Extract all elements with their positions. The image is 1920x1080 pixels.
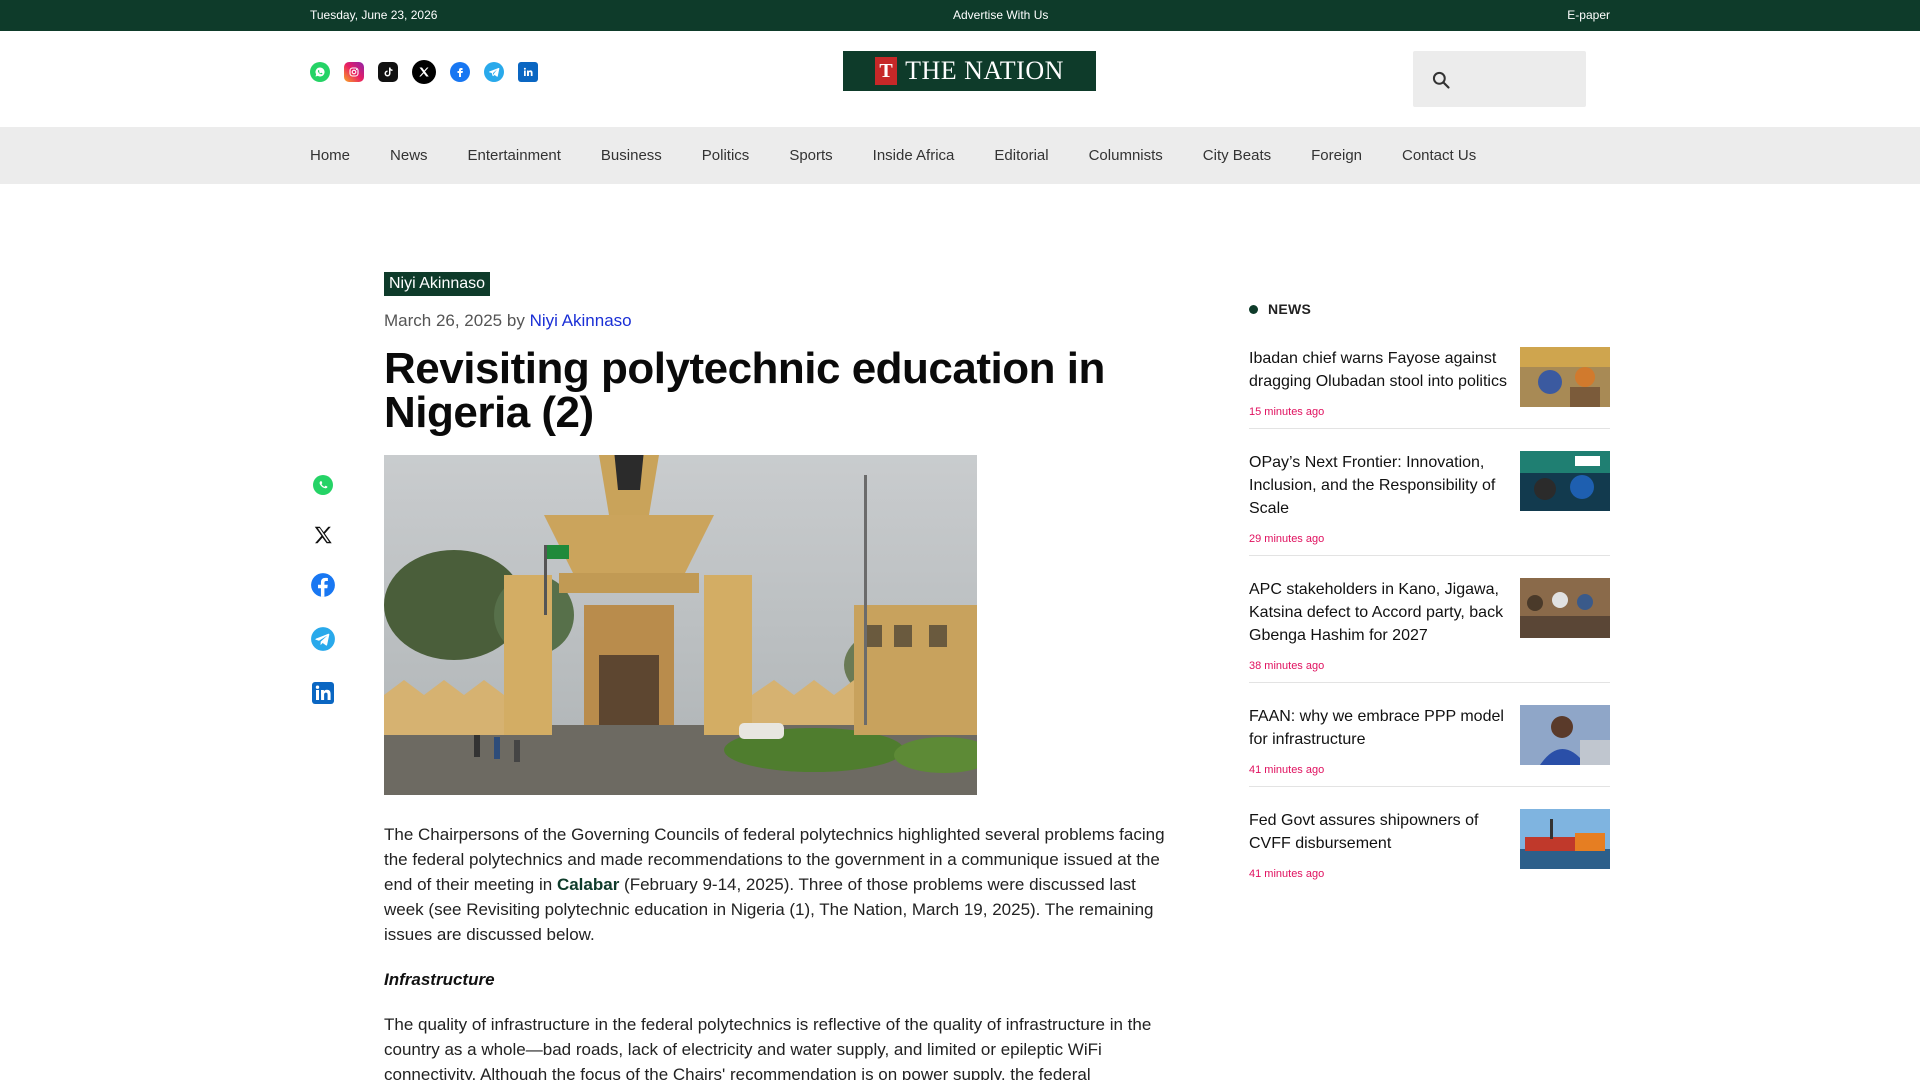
nav-item-business[interactable]: Business (601, 147, 662, 164)
advertise-link[interactable]: Advertise With Us (953, 8, 1048, 22)
nav-item-city-beats[interactable]: City Beats (1203, 147, 1271, 164)
whatsapp-icon[interactable] (310, 62, 330, 82)
news-headline[interactable]: OPay’s Next Frontier: Innovation, Inclus… (1249, 451, 1514, 520)
news-thumbnail[interactable] (1520, 451, 1610, 511)
nav-item-editorial[interactable]: Editorial (994, 147, 1048, 164)
subheading-infrastructure: Infrastructure (384, 970, 495, 989)
social-links (310, 60, 538, 84)
logo-mark: T (875, 57, 898, 85)
nav-item-news[interactable]: News (390, 147, 428, 164)
news-sidebar: NEWS Ibadan chief warns Fayose against d… (1249, 301, 1610, 912)
sidebar-heading-label: NEWS (1268, 301, 1312, 317)
nav-item-columnists[interactable]: Columnists (1089, 147, 1163, 164)
search-box[interactable] (1413, 51, 1586, 107)
news-headline[interactable]: Ibadan chief warns Fayose against draggi… (1249, 347, 1514, 393)
top-bar: Tuesday, June 23, 2026 Advertise With Us… (0, 0, 1920, 31)
x-icon[interactable] (412, 60, 436, 84)
x-icon[interactable] (310, 522, 336, 548)
telegram-icon[interactable] (484, 62, 504, 82)
site-logo[interactable]: T THE NATION (843, 51, 1096, 91)
publish-date: March 26, 2025 (384, 311, 503, 330)
time-ago: 29 minutes ago (1249, 533, 1325, 545)
instagram-icon[interactable] (344, 62, 364, 82)
time-ago: 41 minutes ago (1249, 868, 1325, 880)
list-item[interactable]: Fed Govt assures shipowners of CVFF disb… (1249, 809, 1610, 890)
nav-item-foreign[interactable]: Foreign (1311, 147, 1362, 164)
facebook-icon[interactable] (450, 62, 470, 82)
news-thumbnail[interactable] (1520, 705, 1610, 765)
sidebar-heading: NEWS (1249, 301, 1610, 317)
article-meta: March 26, 2025 by Niyi Akinnaso (384, 311, 1179, 331)
article: Niyi Akinnaso March 26, 2025 by Niyi Aki… (384, 272, 1179, 1080)
category-tag[interactable]: Niyi Akinnaso (384, 272, 491, 296)
list-item[interactable]: OPay’s Next Frontier: Innovation, Inclus… (1249, 451, 1610, 556)
whatsapp-icon[interactable] (310, 472, 336, 498)
list-item[interactable]: FAAN: why we embrace PPP model for infra… (1249, 705, 1610, 787)
article-hero-image (384, 455, 977, 795)
time-ago: 38 minutes ago (1249, 660, 1325, 672)
tiktok-icon[interactable] (378, 62, 398, 82)
epaper-link[interactable]: E-paper (1567, 8, 1610, 22)
nav-item-home[interactable]: Home (310, 147, 350, 164)
linkedin-icon[interactable] (310, 680, 336, 706)
time-ago: 15 minutes ago (1249, 406, 1325, 418)
nav-item-inside-africa[interactable]: Inside Africa (873, 147, 955, 164)
nav-item-politics[interactable]: Politics (702, 147, 750, 164)
list-item[interactable]: Ibadan chief warns Fayose against draggi… (1249, 347, 1610, 429)
calabar-link[interactable]: Calabar (557, 875, 619, 894)
nav-item-sports[interactable]: Sports (789, 147, 832, 164)
linkedin-icon[interactable] (518, 62, 538, 82)
by-label: by (506, 311, 525, 330)
news-headline[interactable]: FAAN: why we embrace PPP model for infra… (1249, 705, 1514, 751)
news-headline[interactable]: APC stakeholders in Kano, Jigawa, Katsin… (1249, 578, 1514, 647)
nav-item-contact-us[interactable]: Contact Us (1402, 147, 1476, 164)
telegram-icon[interactable] (310, 626, 336, 652)
time-ago: 41 minutes ago (1249, 764, 1325, 776)
polytechnic-gate-photo (384, 455, 977, 795)
author-link[interactable]: Niyi Akinnaso (530, 311, 632, 330)
current-date: Tuesday, June 23, 2026 (310, 8, 438, 22)
article-title: Revisiting polytechnic education in Nige… (384, 344, 1105, 437)
main-nav: Home News Entertainment Business Politic… (0, 127, 1920, 184)
site-header: T THE NATION (0, 31, 1920, 127)
bullet-dot-icon (1249, 304, 1258, 314)
news-headline[interactable]: Fed Govt assures shipowners of CVFF disb… (1249, 809, 1514, 855)
paragraph-2: The quality of infrastructure in the fed… (384, 1015, 1152, 1080)
article-body: The Chairpersons of the Governing Counci… (384, 822, 1179, 1080)
logo-text: THE NATION (905, 56, 1064, 85)
nav-item-entertainment[interactable]: Entertainment (468, 147, 561, 164)
paragraph-1: The Chairpersons of the Governing Counci… (384, 822, 1179, 947)
list-item[interactable]: APC stakeholders in Kano, Jigawa, Katsin… (1249, 578, 1610, 683)
news-thumbnail[interactable] (1520, 347, 1610, 407)
news-thumbnail[interactable] (1520, 578, 1610, 638)
search-icon[interactable] (1431, 70, 1451, 90)
news-thumbnail[interactable] (1520, 809, 1610, 869)
facebook-icon[interactable] (310, 572, 336, 598)
sidebar-news-list: Ibadan chief warns Fayose against draggi… (1249, 347, 1610, 890)
